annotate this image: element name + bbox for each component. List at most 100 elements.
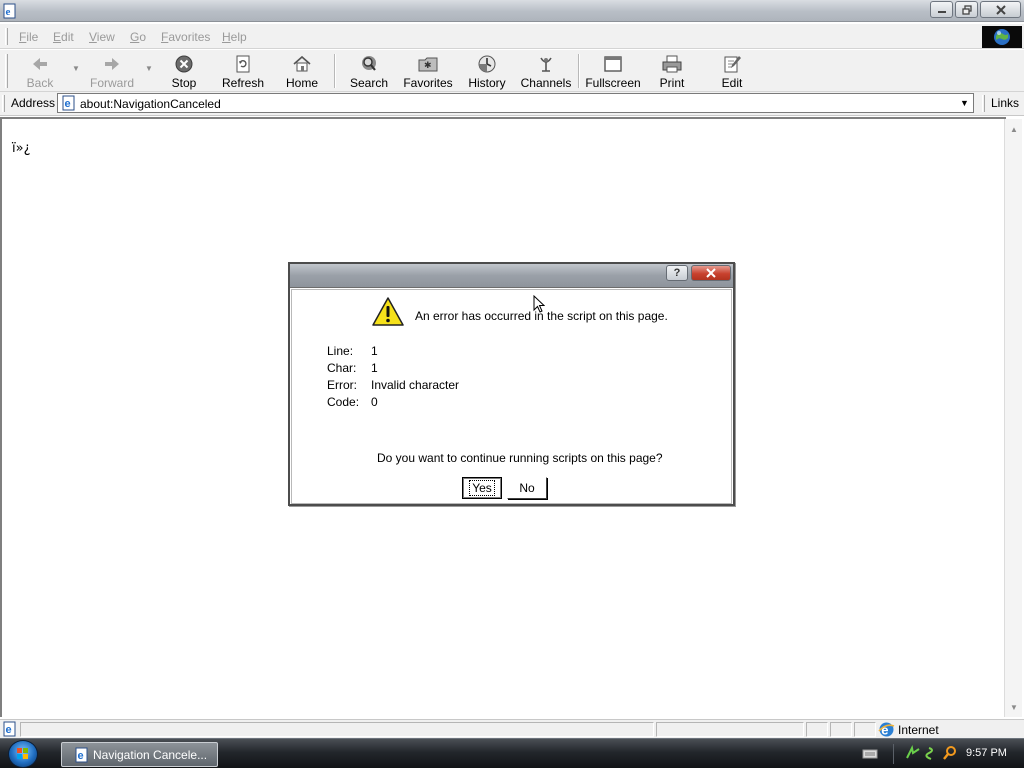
chevron-down-icon: ▼ — [960, 98, 969, 108]
forward-dropdown-arrow[interactable]: ▼ — [145, 64, 153, 73]
forward-button[interactable]: Forward — [88, 52, 136, 90]
yes-button[interactable]: Yes — [462, 477, 502, 499]
dialog-title-bar[interactable]: ? — [290, 264, 733, 288]
ie-page-icon: e — [74, 747, 90, 766]
search-tray-icon[interactable] — [942, 745, 958, 764]
forward-arrow-icon — [105, 58, 119, 70]
ie-globe-logo — [982, 26, 1022, 48]
svg-text:e: e — [65, 98, 71, 110]
standard-toolbar: Back ▼ Forward ▼ Stop Refresh Home Searc… — [0, 50, 1024, 92]
help-icon: ? — [673, 267, 681, 279]
address-url-text[interactable]: about:NavigationCanceled — [80, 97, 221, 111]
links-button[interactable]: Links — [991, 96, 1019, 110]
page-body-text: ï»¿ — [12, 141, 31, 156]
status-security-panel — [806, 722, 828, 737]
svg-text:e: e — [78, 750, 84, 762]
ie-page-icon: e — [2, 3, 18, 19]
favorites-button[interactable]: ✱ Favorites — [402, 52, 454, 90]
taskbar: e Navigation Cancele... 9:57 PM — [0, 738, 1024, 768]
address-label: Address — [11, 96, 56, 110]
continue-question: Do you want to continue running scripts … — [377, 451, 663, 465]
taskbar-window-button[interactable]: e Navigation Cancele... — [61, 742, 218, 767]
svg-text:✱: ✱ — [424, 60, 432, 70]
taskbar-window-label: Navigation Cancele... — [93, 748, 208, 762]
close-icon — [995, 4, 1006, 15]
status-bar: e e Internet — [0, 719, 1024, 738]
search-icon — [362, 56, 376, 71]
stop-icon — [175, 55, 193, 73]
scroll-down-arrow[interactable]: ▼ — [1006, 699, 1022, 715]
tray-separator — [893, 744, 894, 764]
fullscreen-button[interactable]: Fullscreen — [584, 52, 642, 90]
refresh-button[interactable]: Refresh — [220, 52, 266, 90]
edit-icon — [724, 56, 741, 73]
vertical-scrollbar[interactable]: ▲ ▼ — [1004, 119, 1022, 717]
history-button[interactable]: History — [464, 52, 510, 90]
restore-icon — [961, 4, 972, 15]
menu-favorites[interactable]: Favorites — [161, 30, 210, 44]
close-icon — [706, 268, 716, 278]
detail-label-code: Code: — [327, 395, 360, 409]
search-button[interactable]: Search — [348, 52, 390, 90]
print-icon — [662, 55, 682, 73]
edit-button[interactable]: Edit — [716, 52, 748, 90]
start-button[interactable] — [8, 740, 38, 768]
links-grip[interactable] — [982, 95, 985, 112]
detail-label-char: Char: — [327, 361, 357, 375]
menu-edit[interactable]: Edit — [53, 30, 74, 44]
menu-file[interactable]: File — [19, 30, 38, 44]
restore-button[interactable] — [955, 1, 978, 18]
stop-button[interactable]: Stop — [166, 52, 202, 90]
detail-value-line: 1 — [371, 344, 378, 358]
address-bar-grip[interactable] — [2, 95, 5, 112]
script-error-dialog: ? An error has occurred in the script on… — [288, 262, 735, 506]
favorites-icon: ✱ — [418, 57, 438, 72]
detail-value-char: 1 — [371, 361, 378, 375]
svg-text:e: e — [6, 724, 12, 736]
dialog-help-button[interactable]: ? — [666, 265, 688, 281]
status-progress-panel — [656, 722, 804, 737]
home-button[interactable]: Home — [284, 52, 320, 90]
dialog-close-button[interactable] — [691, 265, 731, 281]
address-input[interactable]: e about:NavigationCanceled ▼ — [57, 93, 974, 113]
fullscreen-icon — [604, 56, 622, 72]
svg-text:e: e — [6, 6, 11, 18]
page-icon: e — [61, 95, 77, 114]
channels-button[interactable]: Channels — [520, 52, 572, 90]
detail-label-line: Line: — [327, 344, 354, 358]
menu-view[interactable]: View — [89, 30, 115, 44]
status-text-panel — [20, 722, 654, 737]
minimize-icon — [937, 10, 946, 13]
menu-bar: File Edit View Go Favorites Help — [0, 24, 1024, 49]
minimize-button[interactable] — [930, 1, 953, 18]
no-button[interactable]: No — [507, 477, 547, 499]
detail-label-error: Error: — [327, 378, 357, 392]
toolbar-separator — [334, 54, 336, 88]
network-icon[interactable] — [905, 744, 921, 764]
system-clock[interactable]: 9:57 PM — [966, 747, 1007, 759]
detail-value-code: 0 — [371, 395, 378, 409]
close-window-button[interactable] — [980, 1, 1021, 18]
scroll-up-arrow[interactable]: ▲ — [1006, 121, 1022, 137]
channels-icon — [540, 57, 552, 72]
back-button[interactable]: Back — [24, 52, 56, 90]
mouse-pointer-icon — [533, 294, 546, 317]
history-icon — [478, 55, 496, 73]
back-dropdown-arrow[interactable]: ▼ — [72, 64, 80, 73]
menu-help[interactable]: Help — [222, 30, 247, 44]
print-button[interactable]: Print — [656, 52, 688, 90]
windows-logo-icon — [17, 748, 28, 759]
warning-icon — [371, 296, 405, 331]
home-icon — [293, 55, 311, 72]
dialog-body: An error has occurred in the script on t… — [291, 289, 732, 504]
menu-bar-grip[interactable] — [5, 28, 8, 45]
window-title-bar[interactable]: e — [0, 0, 1024, 22]
address-bar: Address e about:NavigationCanceled ▼ Lin… — [0, 92, 1024, 116]
address-dropdown-button[interactable]: ▼ — [956, 94, 973, 112]
status-misc-panel — [854, 722, 876, 737]
menu-go[interactable]: Go — [130, 30, 146, 44]
volume-icon[interactable] — [925, 745, 939, 764]
toolbar-grip[interactable] — [5, 54, 8, 88]
keyboard-icon[interactable] — [862, 748, 878, 763]
refresh-icon — [236, 55, 250, 73]
